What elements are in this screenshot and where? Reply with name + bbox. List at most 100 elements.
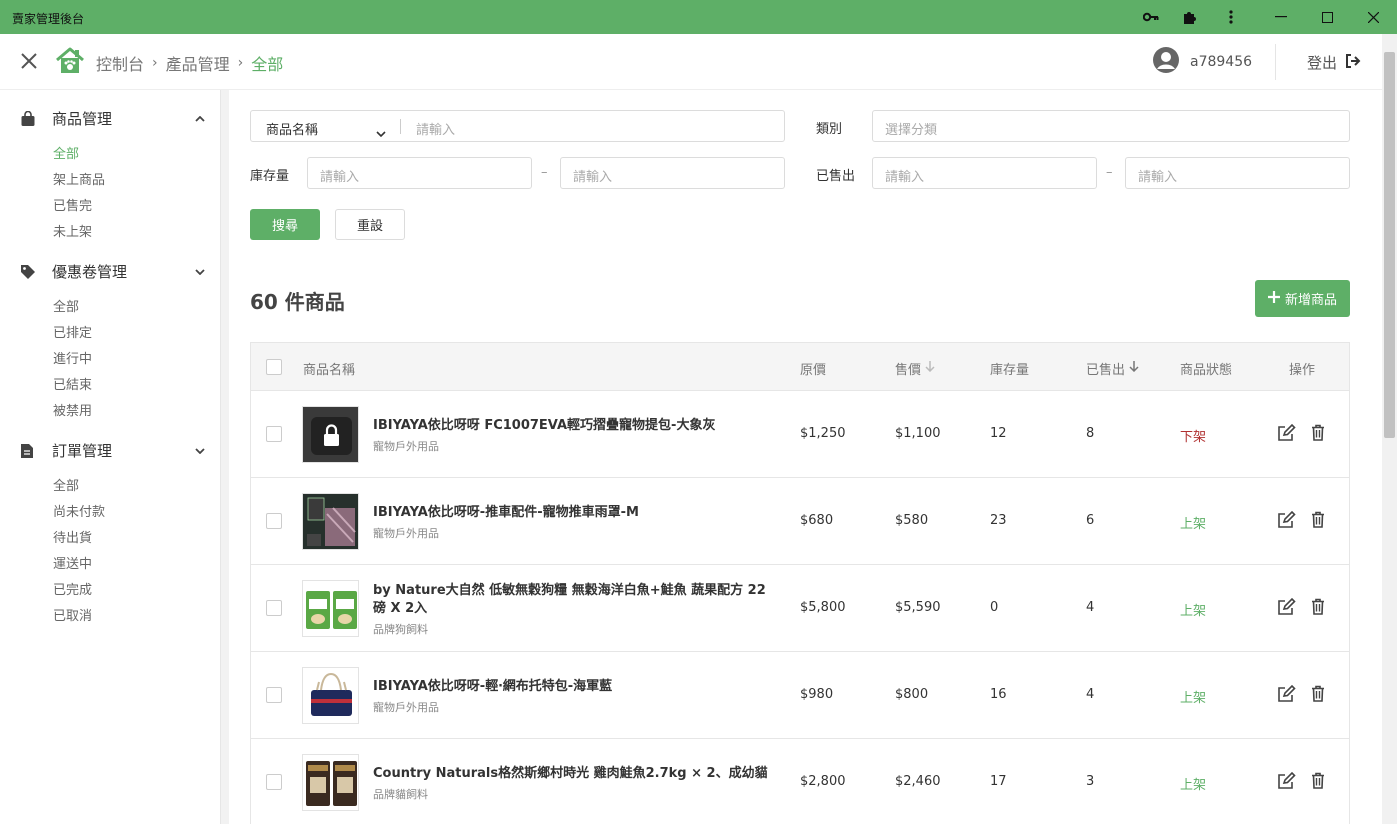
name-search-input[interactable]: 請輸入 (416, 119, 455, 138)
product-category: 品牌狗飼料 (373, 623, 428, 636)
col-price[interactable]: 售價 (895, 359, 935, 378)
sidebar-item-products-listed[interactable]: 架上商品 (53, 169, 105, 188)
document-icon (20, 443, 38, 459)
edit-icon[interactable] (1277, 685, 1296, 703)
row-checkbox[interactable] (266, 513, 282, 529)
sidebar-item-products-all[interactable]: 全部 (53, 143, 79, 162)
breadcrumb-all: 全部 (251, 55, 284, 74)
product-name[interactable]: IBIYAYA依比呀呀 FC1007EVA輕巧摺疊寵物提包-大象灰 (373, 417, 778, 435)
table-header: 商品名稱 原價 售價 庫存量 已售出 商品狀態 操作 (251, 343, 1349, 391)
col-sold[interactable]: 已售出 (1086, 359, 1139, 378)
chevron-up-icon (195, 115, 205, 122)
breadcrumb-product-management[interactable]: 產品管理 (166, 51, 230, 75)
row-checkbox[interactable] (266, 426, 282, 442)
extension-puzzle-icon[interactable] (1179, 6, 1201, 28)
sidebar-group-coupon-management[interactable]: 優惠卷管理 (20, 261, 205, 282)
logout-button[interactable]: 登出 (1307, 52, 1361, 73)
product-name[interactable]: IBIYAYA依比呀呀-推車配件-寵物推車雨罩-M (373, 504, 778, 522)
trash-icon[interactable] (1311, 598, 1325, 615)
status-badge: 上架 (1180, 778, 1207, 793)
sign-out-icon (1345, 53, 1361, 72)
sold-min-input[interactable]: 請輸入 (872, 157, 1097, 189)
add-product-label: 新增商品 (1284, 293, 1337, 308)
stock-qty: 0 (990, 600, 999, 615)
product-thumbnail[interactable] (302, 580, 359, 637)
sidebar-item-products-unlisted[interactable]: 未上架 (53, 221, 92, 240)
add-product-button[interactable]: 新增商品 (1255, 280, 1350, 317)
product-thumbnail[interactable] (302, 754, 359, 811)
status-badge: 下架 (1180, 430, 1207, 445)
product-thumbnail[interactable] (302, 493, 359, 550)
sidebar-item-coupons-active[interactable]: 進行中 (53, 348, 92, 367)
sold-label: 已售出 (816, 169, 856, 184)
product-thumbnail[interactable] (302, 667, 359, 724)
sidebar-item-orders-completed[interactable]: 已完成 (53, 579, 92, 598)
edit-icon[interactable] (1277, 598, 1296, 616)
sidebar-item-orders-shipping[interactable]: 運送中 (53, 553, 92, 572)
row-checkbox[interactable] (266, 687, 282, 703)
window-titlebar: 賣家管理後台 (0, 0, 1397, 34)
search-button[interactable]: 搜尋 (250, 209, 320, 240)
sidebar-item-orders-cancelled[interactable]: 已取消 (53, 605, 92, 624)
search-field-select[interactable]: 商品名稱 (266, 119, 318, 138)
sidebar-group-order-management[interactable]: 訂單管理 (20, 440, 205, 461)
edit-icon[interactable] (1277, 772, 1296, 790)
sold-max-input[interactable]: 請輸入 (1125, 157, 1350, 189)
stock-min-input[interactable]: 請輸入 (307, 157, 532, 189)
trash-icon[interactable] (1311, 424, 1325, 441)
product-category: 寵物戶外用品 (373, 440, 439, 453)
trash-icon[interactable] (1311, 772, 1325, 789)
sort-arrow-down-icon[interactable] (1129, 361, 1139, 376)
sidebar-item-orders-all[interactable]: 全部 (53, 475, 79, 494)
category-select[interactable]: 選擇分類 (872, 110, 1350, 142)
stock-qty: 23 (990, 513, 1007, 528)
product-thumbnail[interactable] (302, 406, 359, 463)
breadcrumb: 控制台 › 產品管理 › 全部 (96, 51, 283, 75)
plus-icon (1267, 290, 1280, 307)
stock-max-input[interactable]: 請輸入 (560, 157, 785, 189)
maximize-icon[interactable] (1316, 6, 1338, 28)
sale-price: $800 (895, 687, 929, 702)
breadcrumb-dashboard[interactable]: 控制台 (96, 51, 144, 75)
sidebar-item-coupons-all[interactable]: 全部 (53, 296, 79, 315)
username: a789456 (1190, 54, 1253, 70)
sold-qty: 3 (1086, 774, 1095, 789)
stock-label: 庫存量 (250, 169, 290, 184)
sidebar-item-coupons-ended[interactable]: 已結束 (53, 374, 92, 393)
reset-button[interactable]: 重設 (335, 209, 405, 240)
sort-arrow-down-icon[interactable] (925, 361, 935, 376)
edit-icon[interactable] (1277, 511, 1296, 529)
trash-icon[interactable] (1311, 685, 1325, 702)
trash-icon[interactable] (1311, 511, 1325, 528)
row-checkbox[interactable] (266, 600, 282, 616)
select-all-checkbox[interactable] (266, 359, 282, 375)
minimize-icon[interactable] (1270, 6, 1292, 28)
product-name[interactable]: Country Naturals格然斯鄉村時光 雞肉鮭魚2.7kg × 2、成幼… (373, 765, 778, 783)
close-icon[interactable] (20, 52, 38, 74)
sidebar-item-coupons-scheduled[interactable]: 已排定 (53, 322, 92, 341)
stock-qty: 16 (990, 687, 1007, 702)
more-vertical-icon[interactable] (1220, 6, 1242, 28)
status-badge: 上架 (1180, 604, 1207, 619)
sale-price: $5,590 (895, 600, 941, 615)
key-icon[interactable] (1140, 6, 1162, 28)
page-scrollbar-thumb[interactable] (1384, 52, 1395, 438)
col-sold-label: 已售出 (1086, 363, 1126, 378)
table-row: IBIYAYA依比呀呀-推車配件-寵物推車雨罩-M 寵物戶外用品 $680 $5… (251, 478, 1349, 565)
sidebar-item-coupons-disabled[interactable]: 被禁用 (53, 400, 92, 419)
edit-icon[interactable] (1277, 424, 1296, 442)
product-category: 寵物戶外用品 (373, 527, 439, 540)
home-logo-icon[interactable] (55, 46, 85, 80)
sidebar-group-product-management[interactable]: 商品管理 (20, 108, 205, 129)
sold-qty: 4 (1086, 687, 1095, 702)
sidebar-item-orders-to-ship[interactable]: 待出貨 (53, 527, 92, 546)
product-name[interactable]: IBIYAYA依比呀呀-輕‧網布托特包-海軍藍 (373, 678, 778, 696)
row-checkbox[interactable] (266, 774, 282, 790)
product-name[interactable]: by Nature大自然 低敏無穀狗糧 無穀海洋白魚+鮭魚 蔬果配方 22磅 X… (373, 582, 778, 618)
chevron-down-icon[interactable] (376, 122, 386, 141)
tag-icon (20, 264, 38, 280)
user-menu[interactable]: a789456 (1152, 46, 1252, 78)
sidebar-item-products-sold-out[interactable]: 已售完 (53, 195, 92, 214)
close-window-icon[interactable] (1362, 6, 1384, 28)
sidebar-item-orders-unpaid[interactable]: 尚未付款 (53, 501, 105, 520)
